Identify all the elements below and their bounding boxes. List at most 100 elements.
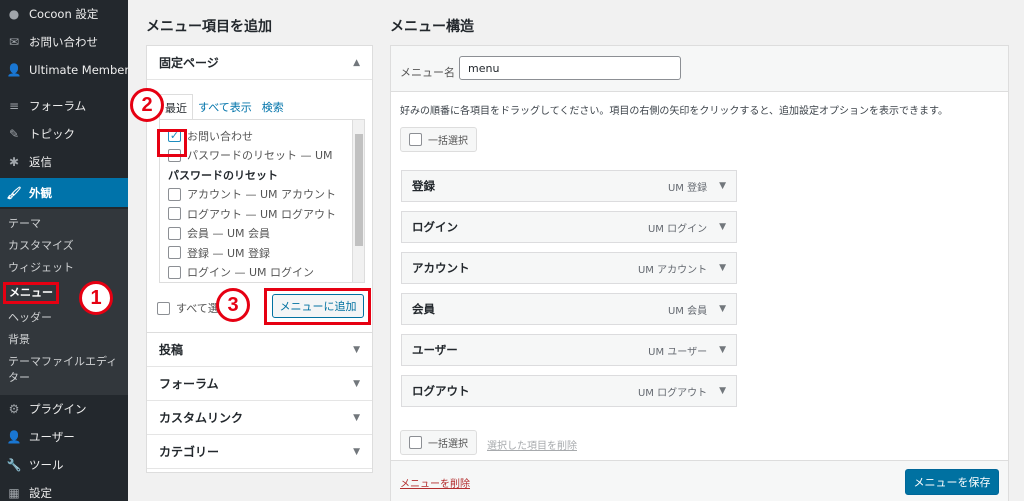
page-item-label: お問い合わせ: [187, 129, 253, 143]
menu-item[interactable]: ログアウト UM ログアウト ▼: [401, 375, 737, 407]
page-list-item[interactable]: パスワードのリセット — UM: [168, 146, 364, 166]
menu-item-type: UM 会員: [667, 305, 708, 317]
user-icon: 👤: [6, 63, 22, 77]
menu-structure-title: メニュー構造: [390, 19, 474, 35]
sidebar-item-tools[interactable]: 🔧 ツール: [0, 451, 128, 479]
sidebar-item-reply[interactable]: ✱ 返信: [0, 148, 128, 176]
expand-down-icon: ▼: [353, 446, 360, 457]
save-menu-button[interactable]: メニューを保存: [905, 469, 999, 495]
menu-item[interactable]: ユーザー UM ユーザー ▼: [401, 334, 737, 366]
forum-icon: ≡: [8, 99, 20, 113]
forum-accordion-header[interactable]: フォーラム ▼: [147, 367, 372, 401]
page-checkbox[interactable]: [168, 246, 181, 260]
menu-name-label: メニュー名: [400, 66, 455, 79]
pages-accordion-header[interactable]: 固定ページ ▲: [147, 46, 372, 80]
plugin-icon: ⚙: [8, 402, 20, 416]
page-item-label: パスワードのリセット — UM: [187, 149, 333, 163]
page-item-label: アカウント — UM アカウント: [187, 188, 337, 202]
page-list-item[interactable]: 登録 — UM 登録: [168, 243, 364, 263]
collapse-up-icon: ▲: [353, 57, 360, 68]
page-item-label: 登録 — UM 登録: [187, 246, 271, 260]
menu-item[interactable]: 登録 UM 登録 ▼: [401, 170, 737, 202]
topic-icon: ✎: [8, 127, 20, 141]
sidebar-item-ultimate-member[interactable]: 👤 Ultimate Member: [0, 56, 130, 84]
users-icon: 👤: [6, 430, 22, 444]
custom-links-accordion-header[interactable]: カスタムリンク ▼: [147, 401, 372, 435]
expand-arrow-icon[interactable]: ▼: [719, 181, 726, 191]
submenu-header[interactable]: ヘッダー: [0, 307, 128, 329]
submenu-theme-editor[interactable]: テーマファイルエディター: [0, 351, 120, 389]
menu-item-type: UM 登録: [667, 182, 708, 194]
menu-item-type: UM ユーザー: [648, 346, 708, 358]
tab-search[interactable]: 検索: [257, 94, 289, 122]
menu-item-title: ユーザー: [412, 343, 458, 357]
tab-recent[interactable]: 最近: [159, 94, 193, 122]
sidebar-item-appearance[interactable]: 🖌 外観: [0, 178, 128, 207]
pages-checklist: ✓ お問い合わせパスワードのリセット — UM パスワードのリセットアカウント — …: [159, 119, 365, 283]
add-items-title: メニュー項目を追加: [146, 19, 272, 35]
annotation-marker-2: 2: [130, 88, 164, 122]
page-item-label: ログアウト — UM ログアウト: [187, 207, 337, 221]
page-checkbox[interactable]: [168, 226, 181, 240]
sidebar-item-topic[interactable]: ✎ トピック: [0, 120, 128, 148]
page-checkbox[interactable]: [168, 207, 181, 221]
submenu-theme[interactable]: テーマ: [0, 213, 128, 235]
delete-menu-link[interactable]: メニューを削除: [400, 475, 470, 490]
expand-arrow-icon[interactable]: ▼: [719, 386, 726, 396]
menu-item[interactable]: 会員 UM 会員 ▼: [401, 293, 737, 325]
menu-item-title: ログイン: [412, 220, 458, 234]
cocoon-icon: ●: [8, 7, 20, 21]
submenu-background[interactable]: 背景: [0, 329, 128, 351]
list-scrollbar[interactable]: [352, 120, 364, 282]
page-list-item[interactable]: 会員 — UM 会員: [168, 224, 364, 244]
select-all-checkbox[interactable]: [157, 301, 170, 315]
menu-item-title: 登録: [412, 179, 435, 193]
submenu-widgets[interactable]: ウィジェット: [0, 257, 128, 279]
menu-item-type: UM アカウント: [637, 264, 708, 276]
bulk-select-bottom-checkbox[interactable]: [409, 436, 422, 449]
scroll-thumb[interactable]: [355, 134, 363, 246]
page-list-item[interactable]: ログイン — UM ログイン: [168, 263, 364, 283]
menu-name-input[interactable]: [459, 56, 681, 80]
sidebar-item-users[interactable]: 👤 ユーザー: [0, 423, 128, 451]
sidebar-item-cocoon[interactable]: ● Cocoon 設定: [0, 0, 128, 28]
expand-arrow-icon[interactable]: ▼: [719, 222, 726, 232]
expand-down-icon: ▼: [353, 344, 360, 355]
menu-structure-panel: メニュー名 好みの順番に各項目をドラッグしてください。項目の右側の矢印をクリック…: [390, 45, 1009, 501]
tab-view-all[interactable]: すべて表示: [193, 94, 257, 122]
expand-down-icon: ▼: [353, 378, 360, 389]
posts-accordion-header[interactable]: 投稿 ▼: [147, 333, 372, 367]
menu-item[interactable]: アカウント UM アカウント ▼: [401, 252, 737, 284]
admin-sidebar: ● Cocoon 設定 ✉ お問い合わせ 👤 Ultimate Member ≡ フォー…: [0, 0, 130, 501]
page-list-item[interactable]: ログアウト — UM ログアウト: [168, 204, 364, 224]
annotation-marker-1: 1: [79, 281, 113, 315]
bulk-select-checkbox[interactable]: [409, 133, 422, 146]
page-list-item[interactable]: ✓ お問い合わせ: [168, 126, 364, 146]
appearance-icon: 🖌: [6, 185, 22, 200]
expand-arrow-icon[interactable]: ▼: [719, 345, 726, 355]
menu-item[interactable]: ログイン UM ログイン ▼: [401, 211, 737, 243]
expand-down-icon: ▼: [353, 412, 360, 423]
page-item-label: ログイン — UM ログイン: [187, 266, 315, 280]
sidebar-item-plugins[interactable]: ⚙ プラグイン: [0, 395, 128, 423]
menu-item-title: 会員: [412, 302, 435, 316]
bulk-select-top[interactable]: 一括選択: [400, 127, 477, 152]
sidebar-item-settings[interactable]: ▦ 設定: [0, 479, 128, 501]
remove-selected-link[interactable]: 選択した項目を削除: [487, 437, 577, 452]
bulk-select-bottom[interactable]: 一括選択: [400, 430, 477, 455]
categories-accordion-header[interactable]: カテゴリー ▼: [147, 435, 372, 469]
expand-arrow-icon[interactable]: ▼: [719, 304, 726, 314]
add-button-highlight-box: [264, 288, 371, 325]
page-checkbox[interactable]: [168, 265, 181, 279]
page-checkbox[interactable]: [168, 187, 181, 201]
drag-instructions: 好みの順番に各項目をドラッグしてください。項目の右側の矢印をクリックすると、追加…: [400, 106, 948, 117]
page-list-item[interactable]: アカウント — UM アカウント: [168, 185, 364, 205]
sidebar-item-contact[interactable]: ✉ お問い合わせ: [0, 28, 128, 56]
submenu-customize[interactable]: カスタマイズ: [0, 235, 128, 257]
sidebar-item-forum[interactable]: ≡ フォーラム: [0, 92, 128, 120]
wrench-icon: 🔧: [6, 458, 22, 472]
expand-arrow-icon[interactable]: ▼: [719, 263, 726, 273]
page-list-item[interactable]: パスワードのリセット: [168, 165, 364, 185]
menus-highlight: メニュー: [3, 282, 59, 304]
menu-item-title: アカウント: [412, 261, 470, 275]
